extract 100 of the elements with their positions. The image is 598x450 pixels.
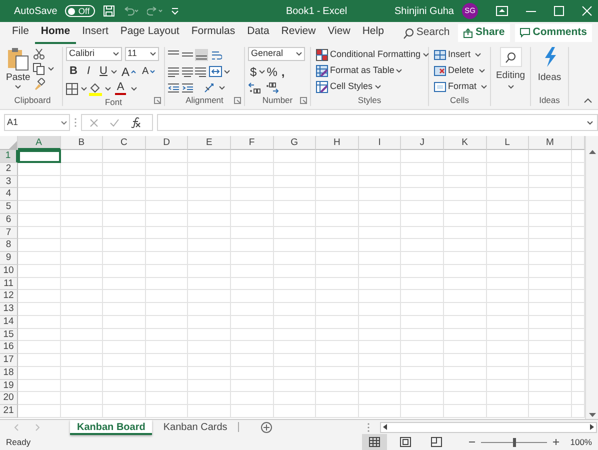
grid-cell[interactable] (230, 405, 274, 418)
grid-cell[interactable] (146, 303, 188, 316)
grid-cell[interactable] (18, 226, 61, 240)
grid-cell[interactable] (529, 341, 572, 354)
comments-button[interactable]: Comments (514, 24, 592, 42)
grid-cell[interactable] (146, 252, 188, 265)
grid-cell[interactable] (103, 316, 146, 328)
grid-cell[interactable] (316, 239, 359, 252)
grid-cell[interactable] (316, 150, 359, 163)
enter-icon[interactable] (110, 118, 119, 126)
grid-cell[interactable] (529, 392, 572, 405)
dialog-launcher-icon[interactable] (234, 97, 241, 104)
grid-cell[interactable] (358, 366, 402, 380)
add-sheet-icon[interactable] (261, 422, 272, 432)
grid-cell[interactable] (401, 239, 444, 252)
save-icon[interactable] (102, 5, 115, 17)
grid-cell[interactable] (60, 201, 104, 214)
grid-cell[interactable] (401, 188, 444, 201)
grid-cell[interactable] (230, 201, 274, 214)
grid-cell[interactable] (18, 214, 61, 226)
grid-cell[interactable] (60, 264, 104, 278)
caret-icon[interactable] (508, 85, 514, 90)
merge-center-icon[interactable] (208, 66, 222, 77)
grid-cell[interactable] (401, 328, 444, 342)
dialog-launcher-icon[interactable] (300, 97, 307, 104)
grid-cell[interactable] (529, 226, 572, 240)
wrap-text-icon[interactable] (210, 50, 222, 60)
column-header[interactable]: C (103, 136, 146, 150)
grid-cell[interactable] (103, 392, 146, 405)
grid-cell[interactable] (316, 366, 359, 380)
grid-cell[interactable] (401, 405, 444, 418)
grid-cell[interactable] (316, 303, 359, 316)
grid-cell[interactable] (486, 226, 530, 240)
grid-cell[interactable] (529, 239, 572, 252)
delete-button[interactable]: Delete (432, 63, 490, 78)
grid-cell[interactable] (316, 354, 359, 367)
grid-cell[interactable] (230, 214, 274, 226)
grid-cell[interactable] (486, 201, 530, 214)
row-header[interactable]: 11 (0, 278, 18, 290)
grid-cell[interactable] (60, 150, 104, 163)
currency-button[interactable]: $ (248, 64, 259, 79)
redo-icon[interactable] (146, 6, 163, 16)
grid-cell[interactable] (188, 341, 231, 354)
collapse-ribbon-icon[interactable] (584, 98, 592, 103)
grid-cell[interactable] (188, 405, 231, 418)
grid-cell[interactable] (444, 392, 487, 405)
grid-cell[interactable] (188, 201, 231, 214)
grid-cell[interactable] (486, 176, 530, 188)
grid-cell[interactable] (103, 278, 146, 290)
grid-cell[interactable] (444, 264, 487, 278)
grid-cell[interactable] (230, 188, 274, 201)
grid-cell[interactable] (230, 392, 274, 405)
grid-cell[interactable] (60, 176, 104, 188)
grid-cell[interactable] (529, 278, 572, 290)
grid-cell[interactable] (146, 214, 188, 226)
grid-cell[interactable] (274, 303, 316, 316)
grid-cell[interactable] (274, 201, 316, 214)
scroll-left-icon[interactable] (383, 424, 387, 430)
grid-cell[interactable] (18, 341, 61, 354)
grid-cell[interactable] (18, 316, 61, 328)
grid-cell[interactable] (486, 392, 530, 405)
increase-decimal-icon[interactable] (248, 82, 261, 94)
grid-cell[interactable] (103, 162, 146, 176)
grid-cell[interactable] (60, 354, 104, 367)
grid-cell[interactable] (401, 226, 444, 240)
grid-cell[interactable] (230, 341, 274, 354)
grid-cell[interactable] (358, 188, 402, 201)
grid-cell[interactable] (529, 201, 572, 214)
autosave-toggle[interactable]: Off (65, 5, 95, 17)
grid-cell[interactable] (188, 188, 231, 201)
grid-cell[interactable] (358, 303, 402, 316)
grid-cell[interactable] (230, 252, 274, 265)
grid-cell[interactable] (230, 239, 274, 252)
number-format-dropdown[interactable]: General (248, 47, 305, 61)
grid-cell[interactable] (316, 316, 359, 328)
grid-cell[interactable] (486, 328, 530, 342)
caret-icon[interactable] (61, 120, 67, 124)
previous-sheet-icon[interactable] (14, 424, 19, 430)
grid-cell[interactable] (444, 303, 487, 316)
column-header[interactable]: J (401, 136, 444, 150)
grid-cell[interactable] (358, 405, 402, 418)
grid-cell[interactable] (316, 214, 359, 226)
grid-cell[interactable] (401, 162, 444, 176)
grid-cell[interactable] (188, 290, 231, 303)
grid-cell[interactable] (18, 303, 61, 316)
grid-cell[interactable] (316, 278, 359, 290)
grid-cell[interactable] (188, 214, 231, 226)
grid-cell[interactable] (401, 290, 444, 303)
column-header[interactable]: A (18, 136, 61, 150)
grid-cell[interactable] (103, 264, 146, 278)
grid-cell[interactable] (18, 264, 61, 278)
grid-cell[interactable] (103, 405, 146, 418)
grid-cell[interactable] (529, 405, 572, 418)
grid-cell[interactable] (146, 366, 188, 380)
grid-cell[interactable] (529, 188, 572, 201)
caret-icon[interactable] (475, 52, 482, 56)
grid-cell[interactable] (146, 328, 188, 342)
borders-icon[interactable] (66, 83, 78, 95)
row-header[interactable]: 16 (0, 341, 18, 354)
grid-cell[interactable] (529, 214, 572, 226)
